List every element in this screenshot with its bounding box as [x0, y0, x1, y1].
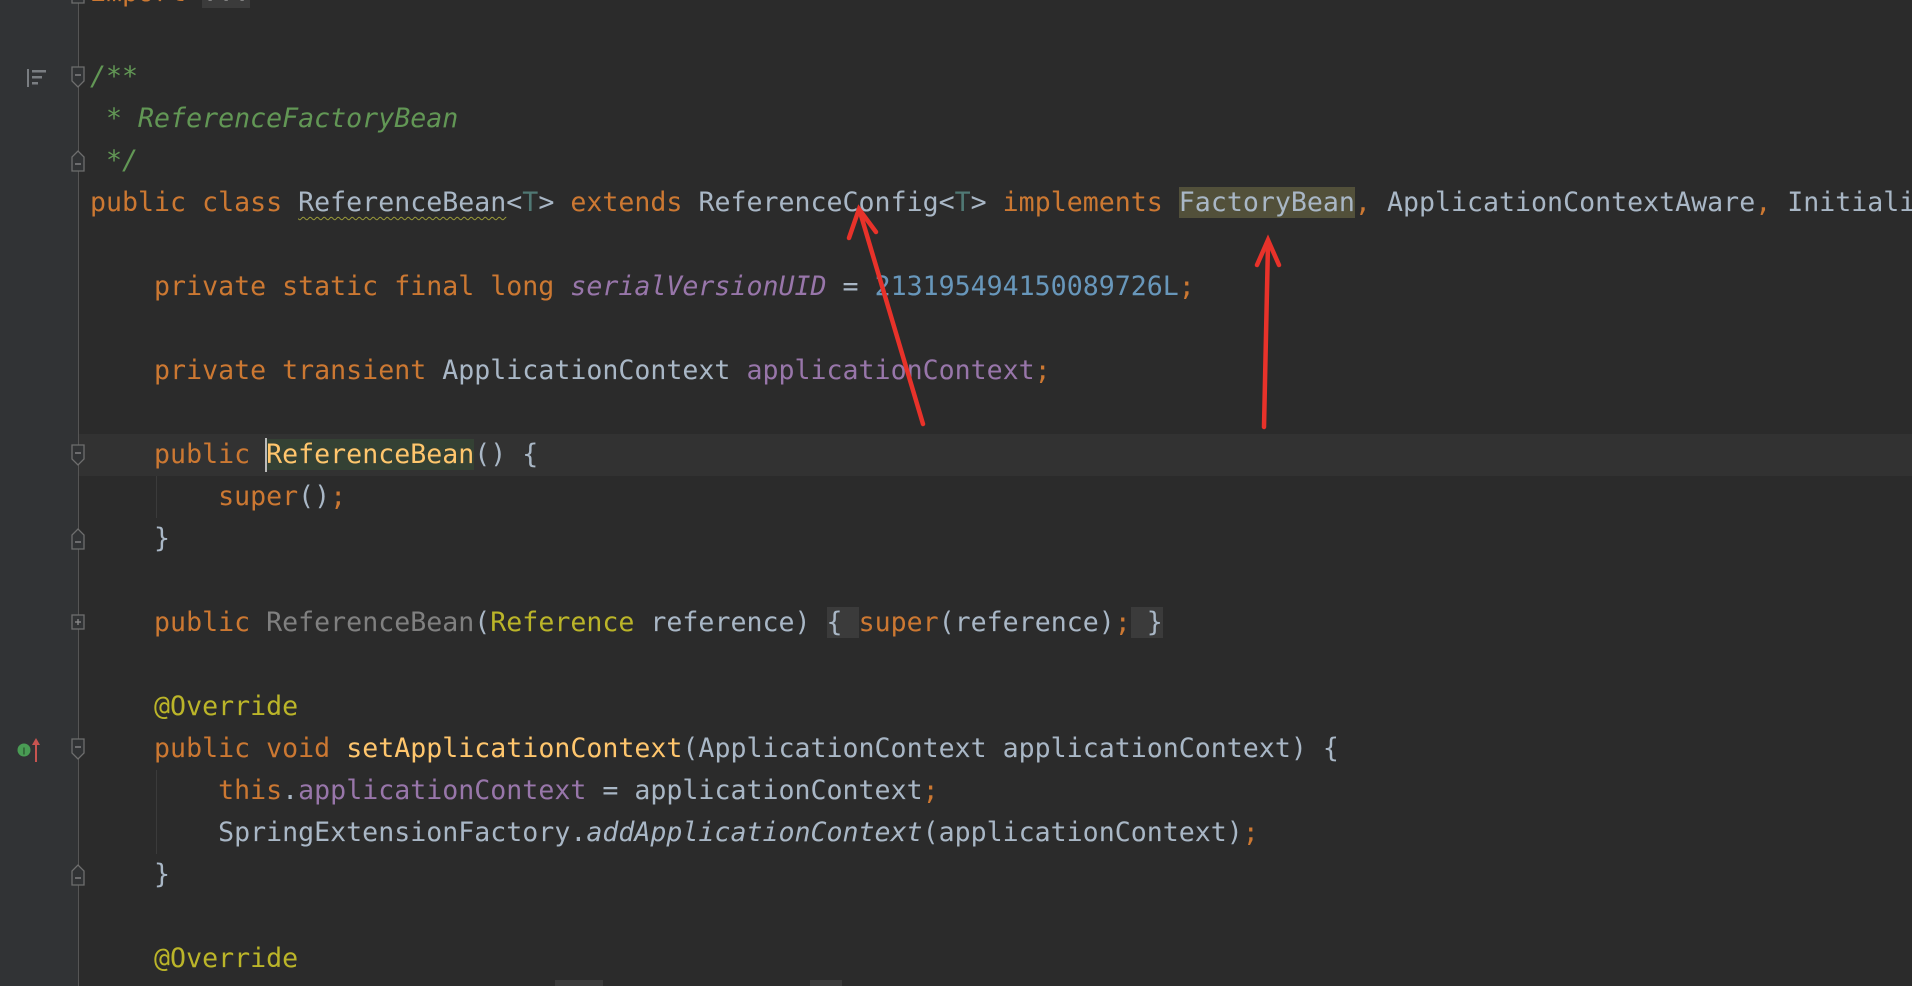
fold-collapse-icon[interactable] [70, 738, 86, 760]
fold-collapse-icon[interactable] [70, 150, 86, 172]
fold-collapse-icon[interactable] [70, 528, 86, 550]
arrow-to-factorybean [1254, 234, 1282, 430]
arrow-to-referenceconfig [846, 204, 926, 427]
fold-collapse-icon[interactable] [70, 66, 86, 88]
fold-collapse-icon[interactable] [70, 444, 86, 466]
annotation-arrows [846, 204, 1282, 430]
fold-collapse-icon[interactable] [70, 0, 86, 4]
fold-collapse-icon[interactable] [70, 864, 86, 886]
fold-expand-icon[interactable] [70, 612, 86, 634]
